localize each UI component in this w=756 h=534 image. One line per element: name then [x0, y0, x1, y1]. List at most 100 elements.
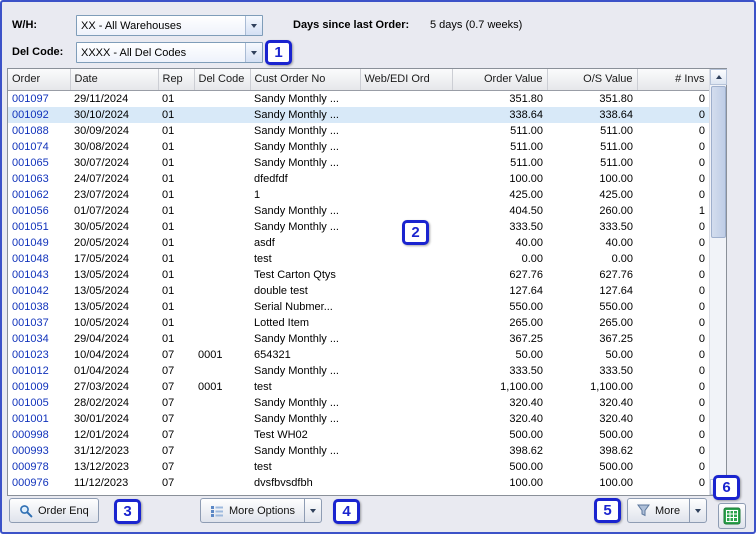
cell-del-code [194, 139, 250, 155]
cell-cust-order-no: Sandy Monthly ... [254, 204, 339, 217]
cell-date: 13/05/2024 [74, 268, 130, 281]
table-row[interactable]: 001065 30/07/2024 01 Sandy Monthly ... 5… [8, 155, 709, 171]
col-header-rep[interactable]: Rep [158, 69, 195, 91]
table-row[interactable]: 001063 24/07/2024 01 dfedfdf 100.00 100.… [8, 171, 709, 187]
vertical-scrollbar[interactable] [709, 69, 727, 495]
days-since-last-order-label: Days since last Order: [293, 19, 410, 31]
cell-web-edi-ord [360, 347, 452, 363]
more-options-group: More Options [200, 498, 323, 523]
table-row[interactable]: 001043 13/05/2024 01 Test Carton Qtys 62… [8, 267, 709, 283]
orders-table: Order Date Rep Del Code Cust Order No We… [8, 69, 710, 491]
table-row[interactable]: 001001 30/01/2024 07 Sandy Monthly ... 3… [8, 411, 709, 427]
scrollbar-thumb[interactable] [711, 86, 726, 238]
annotation-marker-5: 5 [594, 498, 621, 523]
scroll-up-button[interactable] [710, 69, 727, 85]
cell-num-invs: 0 [698, 348, 705, 361]
cell-cust-order-no: Test Carton Qtys [254, 268, 336, 281]
cell-num-invs: 0 [698, 300, 705, 313]
table-row[interactable]: 001009 27/03/2024 07 0001 test 1,100.00 … [8, 379, 709, 395]
cell-del-code: 0001 [198, 348, 223, 361]
cell-order: 000976 [12, 476, 49, 489]
chevron-down-icon [695, 508, 702, 513]
cell-date: 28/02/2024 [74, 396, 130, 409]
cell-num-invs: 0 [698, 268, 705, 281]
cell-date: 20/05/2024 [74, 236, 130, 249]
cell-rep: 07 [162, 412, 175, 425]
table-row[interactable]: 001051 30/05/2024 01 Sandy Monthly ... 3… [8, 219, 709, 235]
col-header-num-invs[interactable]: # Invs [637, 69, 710, 91]
table-row[interactable]: 001037 10/05/2024 01 Lotted Item 265.00 … [8, 315, 709, 331]
table-row[interactable]: 000998 12/01/2024 07 Test WH02 500.00 50… [8, 427, 709, 443]
cell-rep: 01 [162, 252, 175, 265]
export-excel-button[interactable] [718, 503, 746, 529]
table-row[interactable]: 001056 01/07/2024 01 Sandy Monthly ... 4… [8, 203, 709, 219]
table-row[interactable]: 001097 29/11/2024 01 Sandy Monthly ... 3… [8, 90, 709, 107]
cell-num-invs: 0 [698, 284, 705, 297]
col-header-date[interactable]: Date [70, 69, 159, 91]
table-row[interactable]: 001062 23/07/2024 01 1 425.00 425.00 0 [8, 187, 709, 203]
cell-cust-order-no: Sandy Monthly ... [250, 106, 360, 123]
cell-date: 17/05/2024 [74, 252, 130, 265]
cell-num-invs: 0 [698, 396, 705, 409]
warehouse-dropdown-arrow-icon[interactable] [245, 16, 262, 35]
order-enq-button[interactable]: Order Enq [9, 498, 99, 523]
cell-cust-order-no: double test [254, 284, 308, 297]
cell-num-invs: 0 [698, 332, 705, 345]
cell-del-code [194, 251, 250, 267]
cell-os-value: 500.00 [599, 428, 633, 441]
cell-web-edi-ord [360, 106, 452, 123]
table-row[interactable]: 001042 13/05/2024 01 double test 127.64 … [8, 283, 709, 299]
del-code-dropdown-arrow-icon[interactable] [245, 43, 262, 62]
table-row[interactable]: 001012 01/04/2024 07 Sandy Monthly ... 3… [8, 363, 709, 379]
cell-date: 31/12/2023 [74, 444, 130, 457]
cell-del-code [194, 171, 250, 187]
more-button[interactable]: More [627, 498, 691, 523]
warehouse-select[interactable]: XX - All Warehouses [76, 15, 263, 36]
table-row[interactable]: 001048 17/05/2024 01 test 0.00 0.00 0 [8, 251, 709, 267]
cell-rep: 01 [162, 268, 175, 281]
cell-os-value: 260.00 [599, 204, 633, 217]
col-header-order-value[interactable]: Order Value [452, 69, 548, 91]
col-header-os-value[interactable]: O/S Value [547, 69, 638, 91]
cell-os-value: 40.00 [605, 236, 633, 249]
cell-date: 10/05/2024 [74, 316, 130, 329]
cell-os-value: 320.40 [599, 412, 633, 425]
more-options-button[interactable]: More Options [200, 498, 306, 523]
cell-web-edi-ord [360, 411, 452, 427]
table-row[interactable]: 000993 31/12/2023 07 Sandy Monthly ... 3… [8, 443, 709, 459]
table-row[interactable]: 000976 11/12/2023 07 dvsfbvsdfbh 100.00 … [8, 475, 709, 491]
table-row[interactable]: 001005 28/02/2024 07 Sandy Monthly ... 3… [8, 395, 709, 411]
table-row[interactable]: 001023 10/04/2024 07 0001 654321 50.00 5… [8, 347, 709, 363]
cell-num-invs: 0 [698, 92, 705, 105]
del-code-select[interactable]: XXXX - All Del Codes [76, 42, 263, 63]
col-header-order[interactable]: Order [8, 69, 71, 91]
annotation-marker-3: 3 [114, 499, 141, 524]
table-row[interactable]: 001088 30/09/2024 01 Sandy Monthly ... 5… [8, 123, 709, 139]
cell-web-edi-ord [360, 363, 452, 379]
col-header-del-code[interactable]: Del Code [194, 69, 251, 91]
cell-web-edi-ord [360, 331, 452, 347]
table-row[interactable]: 001038 13/05/2024 01 Serial Nubmer... 55… [8, 299, 709, 315]
cell-del-code [194, 299, 250, 315]
table-row[interactable]: 000978 13/12/2023 07 test 500.00 500.00 … [8, 459, 709, 475]
cell-num-invs: 0 [698, 460, 705, 473]
table-row[interactable]: 001074 30/08/2024 01 Sandy Monthly ... 5… [8, 139, 709, 155]
cell-num-invs: 0 [637, 106, 709, 123]
cell-del-code [194, 459, 250, 475]
col-header-cust-order-no[interactable]: Cust Order No [250, 69, 361, 91]
cell-web-edi-ord [360, 315, 452, 331]
chevron-down-icon [310, 508, 317, 513]
cell-rep: 07 [162, 364, 175, 377]
cell-order: 001051 [12, 220, 49, 233]
cell-order-value: 40.00 [515, 236, 543, 249]
table-row[interactable]: 001034 29/04/2024 01 Sandy Monthly ... 3… [8, 331, 709, 347]
table-row[interactable]: 001092 30/10/2024 01 Sandy Monthly ... 3… [8, 106, 709, 123]
cell-os-value: 333.50 [599, 364, 633, 377]
col-header-web-edi-ord[interactable]: Web/EDI Ord [360, 69, 453, 91]
cell-date: 23/07/2024 [74, 188, 130, 201]
cell-order: 001063 [12, 172, 49, 185]
cell-order: 001023 [12, 348, 49, 361]
more-dropdown-button[interactable] [689, 498, 708, 523]
more-options-dropdown-button[interactable] [304, 498, 323, 523]
table-row[interactable]: 001049 20/05/2024 01 asdf 40.00 40.00 0 [8, 235, 709, 251]
